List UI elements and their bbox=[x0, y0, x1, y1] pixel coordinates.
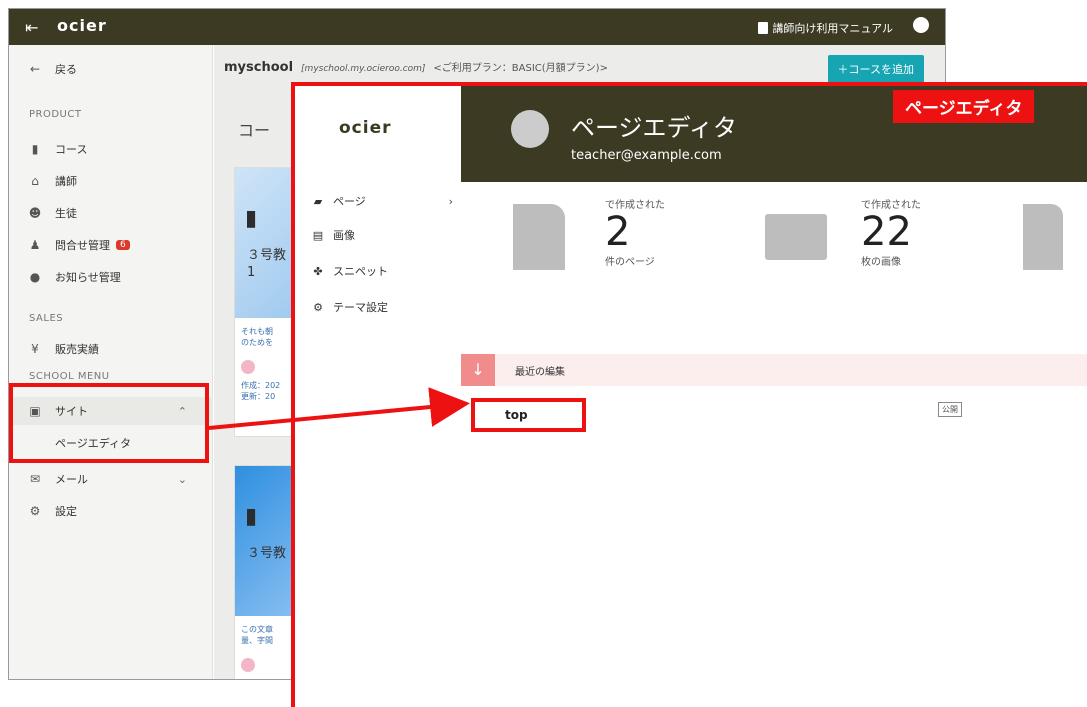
sidebar-item-sales[interactable]: ¥ 販売実績 bbox=[9, 335, 213, 363]
editor-nav-label: ページ bbox=[333, 195, 366, 208]
sidebar-item-label: メール bbox=[55, 473, 88, 486]
sidebar-item-settings[interactable]: ⚙ 設定 bbox=[9, 497, 213, 525]
top-bar: ⇤ ocier 講師向け利用マニュアル bbox=[9, 9, 945, 45]
editor-nav-label: テーマ設定 bbox=[333, 301, 388, 314]
sidebar-item-label: 講師 bbox=[55, 175, 77, 188]
snippet-file-icon bbox=[1023, 204, 1063, 270]
editor-nav-label: スニペット bbox=[333, 265, 388, 278]
page-editor-callout: ocier ▰ ページ › ▤ 画像 ✤ スニペット ⚙ テーマ設定 ページエデ… bbox=[291, 82, 1087, 707]
user-email: teacher@example.com bbox=[571, 148, 722, 163]
user-avatar-icon bbox=[511, 110, 549, 148]
stat-pages: で作成された 2 件のページ bbox=[605, 196, 665, 268]
stat-unit: 枚の画像 bbox=[861, 257, 901, 268]
page-title: コー bbox=[238, 121, 271, 140]
sidebar-item-label: 販売実績 bbox=[55, 343, 99, 356]
recent-item-label: top bbox=[505, 408, 528, 422]
editor-nav-images[interactable]: ▤ 画像 bbox=[311, 224, 459, 246]
gears-icon: ⚙ bbox=[313, 300, 323, 314]
section-sales: SALES bbox=[29, 313, 64, 324]
recent-edits-bar: ↓ 最近の編集 bbox=[461, 354, 1087, 386]
sidebar-item-label: お知らせ管理 bbox=[55, 271, 121, 284]
sidebar-item-news[interactable]: ● お知らせ管理 bbox=[9, 263, 213, 291]
editor-title: ページエディタ bbox=[571, 114, 737, 142]
course-thumb-title: ３号教 1 bbox=[247, 248, 287, 280]
sidebar-item-label: 設定 bbox=[55, 505, 77, 518]
callout-tag-label: ページエディタ bbox=[893, 90, 1035, 123]
breadcrumb: myschool [myschool.my.ocieroo.com] <ご利用プ… bbox=[224, 59, 608, 75]
page-file-icon bbox=[513, 204, 565, 270]
folder-icon: ▰ bbox=[313, 194, 323, 208]
mail-icon: ✉ bbox=[29, 472, 41, 486]
sidebar-item-student[interactable]: ☻ 生徒 bbox=[9, 199, 213, 227]
sidebar: ← 戻る PRODUCT ▮ コース ⌂ 講師 ☻ 生徒 ♟ 問合せ管理 6 ●… bbox=[9, 45, 213, 679]
inquiry-user-icon: ♟ bbox=[29, 238, 41, 252]
section-product: PRODUCT bbox=[29, 109, 82, 120]
arrow-left-icon: ← bbox=[29, 62, 41, 76]
recent-item-top[interactable]: top bbox=[471, 398, 586, 432]
sidebar-item-mail[interactable]: ✉ メール ⌄ bbox=[9, 465, 213, 493]
app-logo[interactable]: ocier bbox=[57, 16, 107, 35]
stat-value: 22 bbox=[861, 209, 912, 255]
course-thumb-title: ３号教 bbox=[247, 546, 287, 561]
inquiry-count-badge: 6 bbox=[116, 240, 130, 250]
teacher-board-icon: ⌂ bbox=[31, 174, 39, 188]
sidebar-item-label: コース bbox=[55, 143, 88, 156]
editor-nav-pages[interactable]: ▰ ページ › bbox=[311, 190, 459, 212]
user-account-icon[interactable] bbox=[913, 17, 929, 33]
chevron-down-icon: ⌄ bbox=[177, 472, 187, 486]
recent-edits-label: 最近の編集 bbox=[515, 367, 565, 378]
add-course-button[interactable]: ＋コースを追加 bbox=[827, 55, 924, 83]
arrow-down-icon: ↓ bbox=[461, 354, 495, 386]
stat-value: 2 bbox=[605, 209, 631, 255]
manual-link[interactable]: 講師向け利用マニュアル bbox=[758, 20, 893, 36]
puzzle-icon: ✤ bbox=[313, 264, 323, 278]
school-url[interactable]: [myschool.my.ocieroo.com] bbox=[301, 64, 425, 74]
sidebar-item-inquiry[interactable]: ♟ 問合せ管理 6 bbox=[9, 231, 213, 259]
image-placeholder-icon bbox=[765, 214, 827, 260]
editor-logo[interactable]: ocier bbox=[339, 118, 392, 138]
avatar bbox=[241, 360, 255, 375]
info-icon: ● bbox=[29, 270, 41, 284]
menu-collapse-icon[interactable]: ⇤ bbox=[25, 18, 38, 37]
manual-label: 講師向け利用マニュアル bbox=[772, 22, 893, 35]
gear-icon: ⚙ bbox=[29, 504, 41, 518]
plan-label: <ご利用プラン：BASIC(月額プラン)> bbox=[433, 63, 608, 74]
editor-nav-snippets[interactable]: ✤ スニペット bbox=[311, 260, 459, 282]
stat-unit: 件のページ bbox=[605, 257, 655, 268]
editor-nav-label: 画像 bbox=[333, 229, 355, 242]
sidebar-item-label: 戻る bbox=[55, 63, 77, 76]
status-badge: 公開 bbox=[938, 402, 962, 417]
section-school-menu: SCHOOL MENU bbox=[29, 371, 110, 382]
stat-images: で作成された 22 枚の画像 bbox=[861, 196, 921, 268]
sidebar-item-label: 問合せ管理 bbox=[55, 239, 110, 252]
site-menu-highlight bbox=[9, 383, 209, 463]
image-icon: ▤ bbox=[312, 228, 324, 242]
students-icon: ☻ bbox=[28, 206, 42, 220]
avatar bbox=[241, 658, 255, 673]
book-icon: ▮ bbox=[245, 206, 258, 231]
document-icon bbox=[758, 22, 769, 34]
editor-sidebar: ocier ▰ ページ › ▤ 画像 ✤ スニペット ⚙ テーマ設定 bbox=[295, 86, 463, 707]
sidebar-item-course[interactable]: ▮ コース bbox=[9, 135, 213, 163]
yen-icon: ¥ bbox=[31, 342, 39, 356]
sidebar-item-back[interactable]: ← 戻る bbox=[9, 55, 213, 83]
sidebar-item-teacher[interactable]: ⌂ 講師 bbox=[9, 167, 213, 195]
chevron-right-icon: › bbox=[448, 194, 453, 208]
school-name: myschool bbox=[224, 60, 294, 75]
editor-nav-theme[interactable]: ⚙ テーマ設定 bbox=[311, 296, 459, 318]
sidebar-item-label: 生徒 bbox=[55, 207, 77, 220]
book-icon: ▮ bbox=[245, 504, 258, 529]
book-icon: ▮ bbox=[31, 142, 39, 156]
